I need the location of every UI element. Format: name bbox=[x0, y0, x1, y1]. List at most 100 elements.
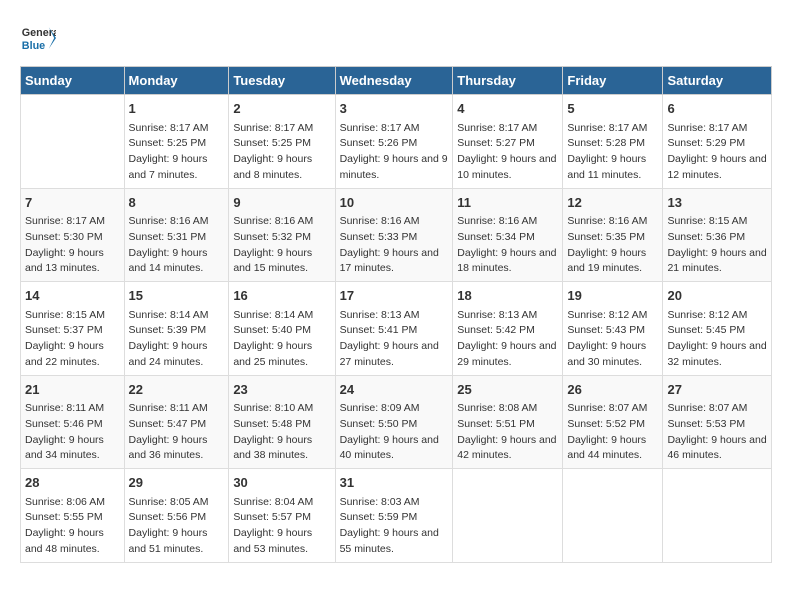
day-number: 24 bbox=[340, 380, 449, 400]
day-cell: 7Sunrise: 8:17 AMSunset: 5:30 PMDaylight… bbox=[21, 188, 125, 282]
day-info: Sunrise: 8:16 AMSunset: 5:35 PMDaylight:… bbox=[567, 214, 658, 277]
day-info: Sunrise: 8:16 AMSunset: 5:34 PMDaylight:… bbox=[457, 214, 558, 277]
day-cell: 30Sunrise: 8:04 AMSunset: 5:57 PMDayligh… bbox=[229, 469, 335, 563]
day-cell: 12Sunrise: 8:16 AMSunset: 5:35 PMDayligh… bbox=[563, 188, 663, 282]
day-cell: 28Sunrise: 8:06 AMSunset: 5:55 PMDayligh… bbox=[21, 469, 125, 563]
day-number: 8 bbox=[129, 193, 225, 213]
day-info: Sunrise: 8:05 AMSunset: 5:56 PMDaylight:… bbox=[129, 495, 225, 558]
day-cell: 25Sunrise: 8:08 AMSunset: 5:51 PMDayligh… bbox=[453, 375, 563, 469]
day-info: Sunrise: 8:04 AMSunset: 5:57 PMDaylight:… bbox=[233, 495, 330, 558]
day-cell: 4Sunrise: 8:17 AMSunset: 5:27 PMDaylight… bbox=[453, 95, 563, 189]
svg-text:General: General bbox=[22, 27, 56, 39]
day-cell: 23Sunrise: 8:10 AMSunset: 5:48 PMDayligh… bbox=[229, 375, 335, 469]
day-number: 1 bbox=[129, 99, 225, 119]
day-number: 15 bbox=[129, 286, 225, 306]
day-cell: 13Sunrise: 8:15 AMSunset: 5:36 PMDayligh… bbox=[663, 188, 772, 282]
day-info: Sunrise: 8:16 AMSunset: 5:31 PMDaylight:… bbox=[129, 214, 225, 277]
calendar-body: 1Sunrise: 8:17 AMSunset: 5:25 PMDaylight… bbox=[21, 95, 772, 563]
logo-icon: General Blue bbox=[20, 20, 56, 56]
day-cell: 10Sunrise: 8:16 AMSunset: 5:33 PMDayligh… bbox=[335, 188, 453, 282]
column-header-saturday: Saturday bbox=[663, 67, 772, 95]
week-row-4: 21Sunrise: 8:11 AMSunset: 5:46 PMDayligh… bbox=[21, 375, 772, 469]
day-info: Sunrise: 8:17 AMSunset: 5:30 PMDaylight:… bbox=[25, 214, 120, 277]
day-number: 21 bbox=[25, 380, 120, 400]
day-number: 4 bbox=[457, 99, 558, 119]
day-info: Sunrise: 8:16 AMSunset: 5:32 PMDaylight:… bbox=[233, 214, 330, 277]
column-header-sunday: Sunday bbox=[21, 67, 125, 95]
week-row-5: 28Sunrise: 8:06 AMSunset: 5:55 PMDayligh… bbox=[21, 469, 772, 563]
column-header-tuesday: Tuesday bbox=[229, 67, 335, 95]
day-info: Sunrise: 8:16 AMSunset: 5:33 PMDaylight:… bbox=[340, 214, 449, 277]
day-info: Sunrise: 8:09 AMSunset: 5:50 PMDaylight:… bbox=[340, 401, 449, 464]
day-info: Sunrise: 8:13 AMSunset: 5:42 PMDaylight:… bbox=[457, 308, 558, 371]
day-number: 9 bbox=[233, 193, 330, 213]
week-row-1: 1Sunrise: 8:17 AMSunset: 5:25 PMDaylight… bbox=[21, 95, 772, 189]
day-number: 16 bbox=[233, 286, 330, 306]
day-cell: 5Sunrise: 8:17 AMSunset: 5:28 PMDaylight… bbox=[563, 95, 663, 189]
day-cell: 18Sunrise: 8:13 AMSunset: 5:42 PMDayligh… bbox=[453, 282, 563, 376]
day-info: Sunrise: 8:11 AMSunset: 5:46 PMDaylight:… bbox=[25, 401, 120, 464]
day-cell: 3Sunrise: 8:17 AMSunset: 5:26 PMDaylight… bbox=[335, 95, 453, 189]
day-number: 19 bbox=[567, 286, 658, 306]
day-cell: 16Sunrise: 8:14 AMSunset: 5:40 PMDayligh… bbox=[229, 282, 335, 376]
day-cell: 8Sunrise: 8:16 AMSunset: 5:31 PMDaylight… bbox=[124, 188, 229, 282]
header: General Blue bbox=[20, 20, 772, 56]
day-info: Sunrise: 8:17 AMSunset: 5:26 PMDaylight:… bbox=[340, 121, 449, 184]
day-number: 28 bbox=[25, 473, 120, 493]
day-info: Sunrise: 8:07 AMSunset: 5:52 PMDaylight:… bbox=[567, 401, 658, 464]
day-number: 17 bbox=[340, 286, 449, 306]
day-info: Sunrise: 8:11 AMSunset: 5:47 PMDaylight:… bbox=[129, 401, 225, 464]
day-info: Sunrise: 8:10 AMSunset: 5:48 PMDaylight:… bbox=[233, 401, 330, 464]
day-info: Sunrise: 8:14 AMSunset: 5:39 PMDaylight:… bbox=[129, 308, 225, 371]
week-row-2: 7Sunrise: 8:17 AMSunset: 5:30 PMDaylight… bbox=[21, 188, 772, 282]
day-info: Sunrise: 8:17 AMSunset: 5:29 PMDaylight:… bbox=[667, 121, 767, 184]
day-number: 11 bbox=[457, 193, 558, 213]
column-header-wednesday: Wednesday bbox=[335, 67, 453, 95]
day-cell: 19Sunrise: 8:12 AMSunset: 5:43 PMDayligh… bbox=[563, 282, 663, 376]
day-number: 14 bbox=[25, 286, 120, 306]
day-number: 27 bbox=[667, 380, 767, 400]
day-info: Sunrise: 8:15 AMSunset: 5:36 PMDaylight:… bbox=[667, 214, 767, 277]
day-number: 26 bbox=[567, 380, 658, 400]
day-number: 30 bbox=[233, 473, 330, 493]
day-info: Sunrise: 8:17 AMSunset: 5:28 PMDaylight:… bbox=[567, 121, 658, 184]
day-info: Sunrise: 8:14 AMSunset: 5:40 PMDaylight:… bbox=[233, 308, 330, 371]
column-header-monday: Monday bbox=[124, 67, 229, 95]
day-cell: 31Sunrise: 8:03 AMSunset: 5:59 PMDayligh… bbox=[335, 469, 453, 563]
day-info: Sunrise: 8:08 AMSunset: 5:51 PMDaylight:… bbox=[457, 401, 558, 464]
day-cell bbox=[663, 469, 772, 563]
day-cell: 26Sunrise: 8:07 AMSunset: 5:52 PMDayligh… bbox=[563, 375, 663, 469]
day-cell: 20Sunrise: 8:12 AMSunset: 5:45 PMDayligh… bbox=[663, 282, 772, 376]
day-cell: 17Sunrise: 8:13 AMSunset: 5:41 PMDayligh… bbox=[335, 282, 453, 376]
day-number: 13 bbox=[667, 193, 767, 213]
day-info: Sunrise: 8:13 AMSunset: 5:41 PMDaylight:… bbox=[340, 308, 449, 371]
day-number: 12 bbox=[567, 193, 658, 213]
day-number: 6 bbox=[667, 99, 767, 119]
day-info: Sunrise: 8:06 AMSunset: 5:55 PMDaylight:… bbox=[25, 495, 120, 558]
day-info: Sunrise: 8:15 AMSunset: 5:37 PMDaylight:… bbox=[25, 308, 120, 371]
day-info: Sunrise: 8:12 AMSunset: 5:45 PMDaylight:… bbox=[667, 308, 767, 371]
day-info: Sunrise: 8:17 AMSunset: 5:25 PMDaylight:… bbox=[129, 121, 225, 184]
day-info: Sunrise: 8:07 AMSunset: 5:53 PMDaylight:… bbox=[667, 401, 767, 464]
calendar-header: SundayMondayTuesdayWednesdayThursdayFrid… bbox=[21, 67, 772, 95]
week-row-3: 14Sunrise: 8:15 AMSunset: 5:37 PMDayligh… bbox=[21, 282, 772, 376]
day-number: 3 bbox=[340, 99, 449, 119]
day-number: 29 bbox=[129, 473, 225, 493]
column-header-friday: Friday bbox=[563, 67, 663, 95]
day-cell: 27Sunrise: 8:07 AMSunset: 5:53 PMDayligh… bbox=[663, 375, 772, 469]
day-number: 22 bbox=[129, 380, 225, 400]
day-number: 7 bbox=[25, 193, 120, 213]
day-info: Sunrise: 8:12 AMSunset: 5:43 PMDaylight:… bbox=[567, 308, 658, 371]
day-number: 25 bbox=[457, 380, 558, 400]
day-number: 5 bbox=[567, 99, 658, 119]
day-number: 10 bbox=[340, 193, 449, 213]
day-cell: 1Sunrise: 8:17 AMSunset: 5:25 PMDaylight… bbox=[124, 95, 229, 189]
day-cell: 11Sunrise: 8:16 AMSunset: 5:34 PMDayligh… bbox=[453, 188, 563, 282]
day-cell: 9Sunrise: 8:16 AMSunset: 5:32 PMDaylight… bbox=[229, 188, 335, 282]
day-cell: 14Sunrise: 8:15 AMSunset: 5:37 PMDayligh… bbox=[21, 282, 125, 376]
day-number: 23 bbox=[233, 380, 330, 400]
day-info: Sunrise: 8:17 AMSunset: 5:27 PMDaylight:… bbox=[457, 121, 558, 184]
day-number: 2 bbox=[233, 99, 330, 119]
svg-text:Blue: Blue bbox=[22, 40, 45, 52]
day-info: Sunrise: 8:17 AMSunset: 5:25 PMDaylight:… bbox=[233, 121, 330, 184]
